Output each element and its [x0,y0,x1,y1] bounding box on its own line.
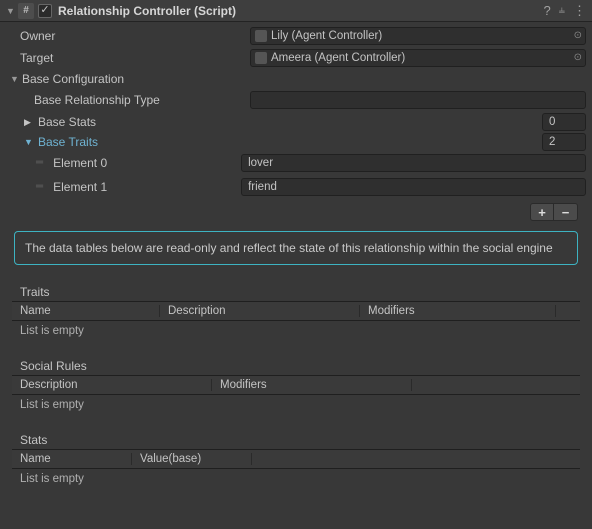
target-value: Ameera (Agent Controller) [271,52,581,64]
table-header: Name Description Modifiers [12,301,580,321]
owner-value: Lily (Agent Controller) [271,30,581,42]
base-config-label: Base Configuration [22,72,124,86]
social-rules-table: Description Modifiers List is empty [12,375,580,415]
base-rel-type-field[interactable] [250,91,586,109]
info-box: The data tables below are read-only and … [14,231,578,265]
object-picker-icon[interactable]: ⊙ [574,30,582,41]
chevron-down-icon: ▼ [24,137,38,147]
base-stats-label: Base Stats [38,115,542,129]
base-config-foldout[interactable]: Base Configuration [6,70,586,88]
table-empty: List is empty [12,395,580,415]
owner-label: Owner [20,29,55,43]
th-modifiers[interactable]: Modifiers [212,379,412,391]
enabled-checkbox[interactable] [38,4,52,18]
table-empty: List is empty [12,469,580,489]
owner-row: Owner Lily (Agent Controller) ⊙ [6,26,586,46]
table-header: Name Value(base) [12,449,580,469]
owner-field[interactable]: Lily (Agent Controller) ⊙ [250,27,586,45]
traits-table: Name Description Modifiers List is empty [12,301,580,341]
th-description[interactable]: Description [12,379,212,391]
th-name[interactable]: Name [12,453,132,465]
base-traits-label: Base Traits [38,135,542,149]
base-rel-type-row: Base Relationship Type [6,90,586,110]
stats-title: Stats [6,429,586,449]
base-stats-count[interactable]: 0 [542,113,586,131]
social-rules-title: Social Rules [6,355,586,375]
target-row: Target Ameera (Agent Controller) ⊙ [6,48,586,68]
target-label: Target [20,51,53,65]
list-item: ═ Element 1 friend [6,176,586,198]
th-modifiers[interactable]: Modifiers [360,305,556,317]
context-menu-icon[interactable]: ⋮ [573,4,586,17]
preset-icon[interactable]: ⫨ [559,4,565,17]
component-title: Relationship Controller (Script) [58,4,544,18]
element-label: Element 1 [53,180,241,194]
list-item: ═ Element 0 lover [6,152,586,174]
base-traits-count[interactable]: 2 [542,133,586,151]
traits-title: Traits [6,281,586,301]
element-value-field[interactable]: lover [241,154,586,172]
chevron-right-icon: ▶ [24,117,38,128]
script-icon: # [18,3,34,19]
chevron-down-icon [10,74,22,84]
th-description[interactable]: Description [160,305,360,317]
remove-button[interactable]: − [554,203,578,221]
foldout-icon[interactable] [6,6,18,16]
base-stats-foldout[interactable]: ▶ Base Stats 0 [6,112,586,132]
object-picker-icon[interactable]: ⊙ [574,52,582,63]
table-header: Description Modifiers [12,375,580,395]
drag-handle-icon[interactable]: ═ [36,183,43,191]
component-header: # Relationship Controller (Script) ? ⫨ ⋮ [0,0,592,22]
element-value-field[interactable]: friend [241,178,586,196]
object-icon [255,30,267,42]
base-rel-type-label: Base Relationship Type [34,93,160,107]
base-traits-foldout[interactable]: ▼ Base Traits 2 [6,132,586,152]
drag-handle-icon[interactable]: ═ [36,159,43,167]
target-field[interactable]: Ameera (Agent Controller) ⊙ [250,49,586,67]
th-name[interactable]: Name [12,305,160,317]
add-button[interactable]: + [530,203,554,221]
list-controls: + − [6,200,586,225]
element-label: Element 0 [53,156,241,170]
stats-table: Name Value(base) List is empty [12,449,580,489]
table-empty: List is empty [12,321,580,341]
th-value[interactable]: Value(base) [132,453,252,465]
object-icon [255,52,267,64]
help-icon[interactable]: ? [544,3,551,18]
